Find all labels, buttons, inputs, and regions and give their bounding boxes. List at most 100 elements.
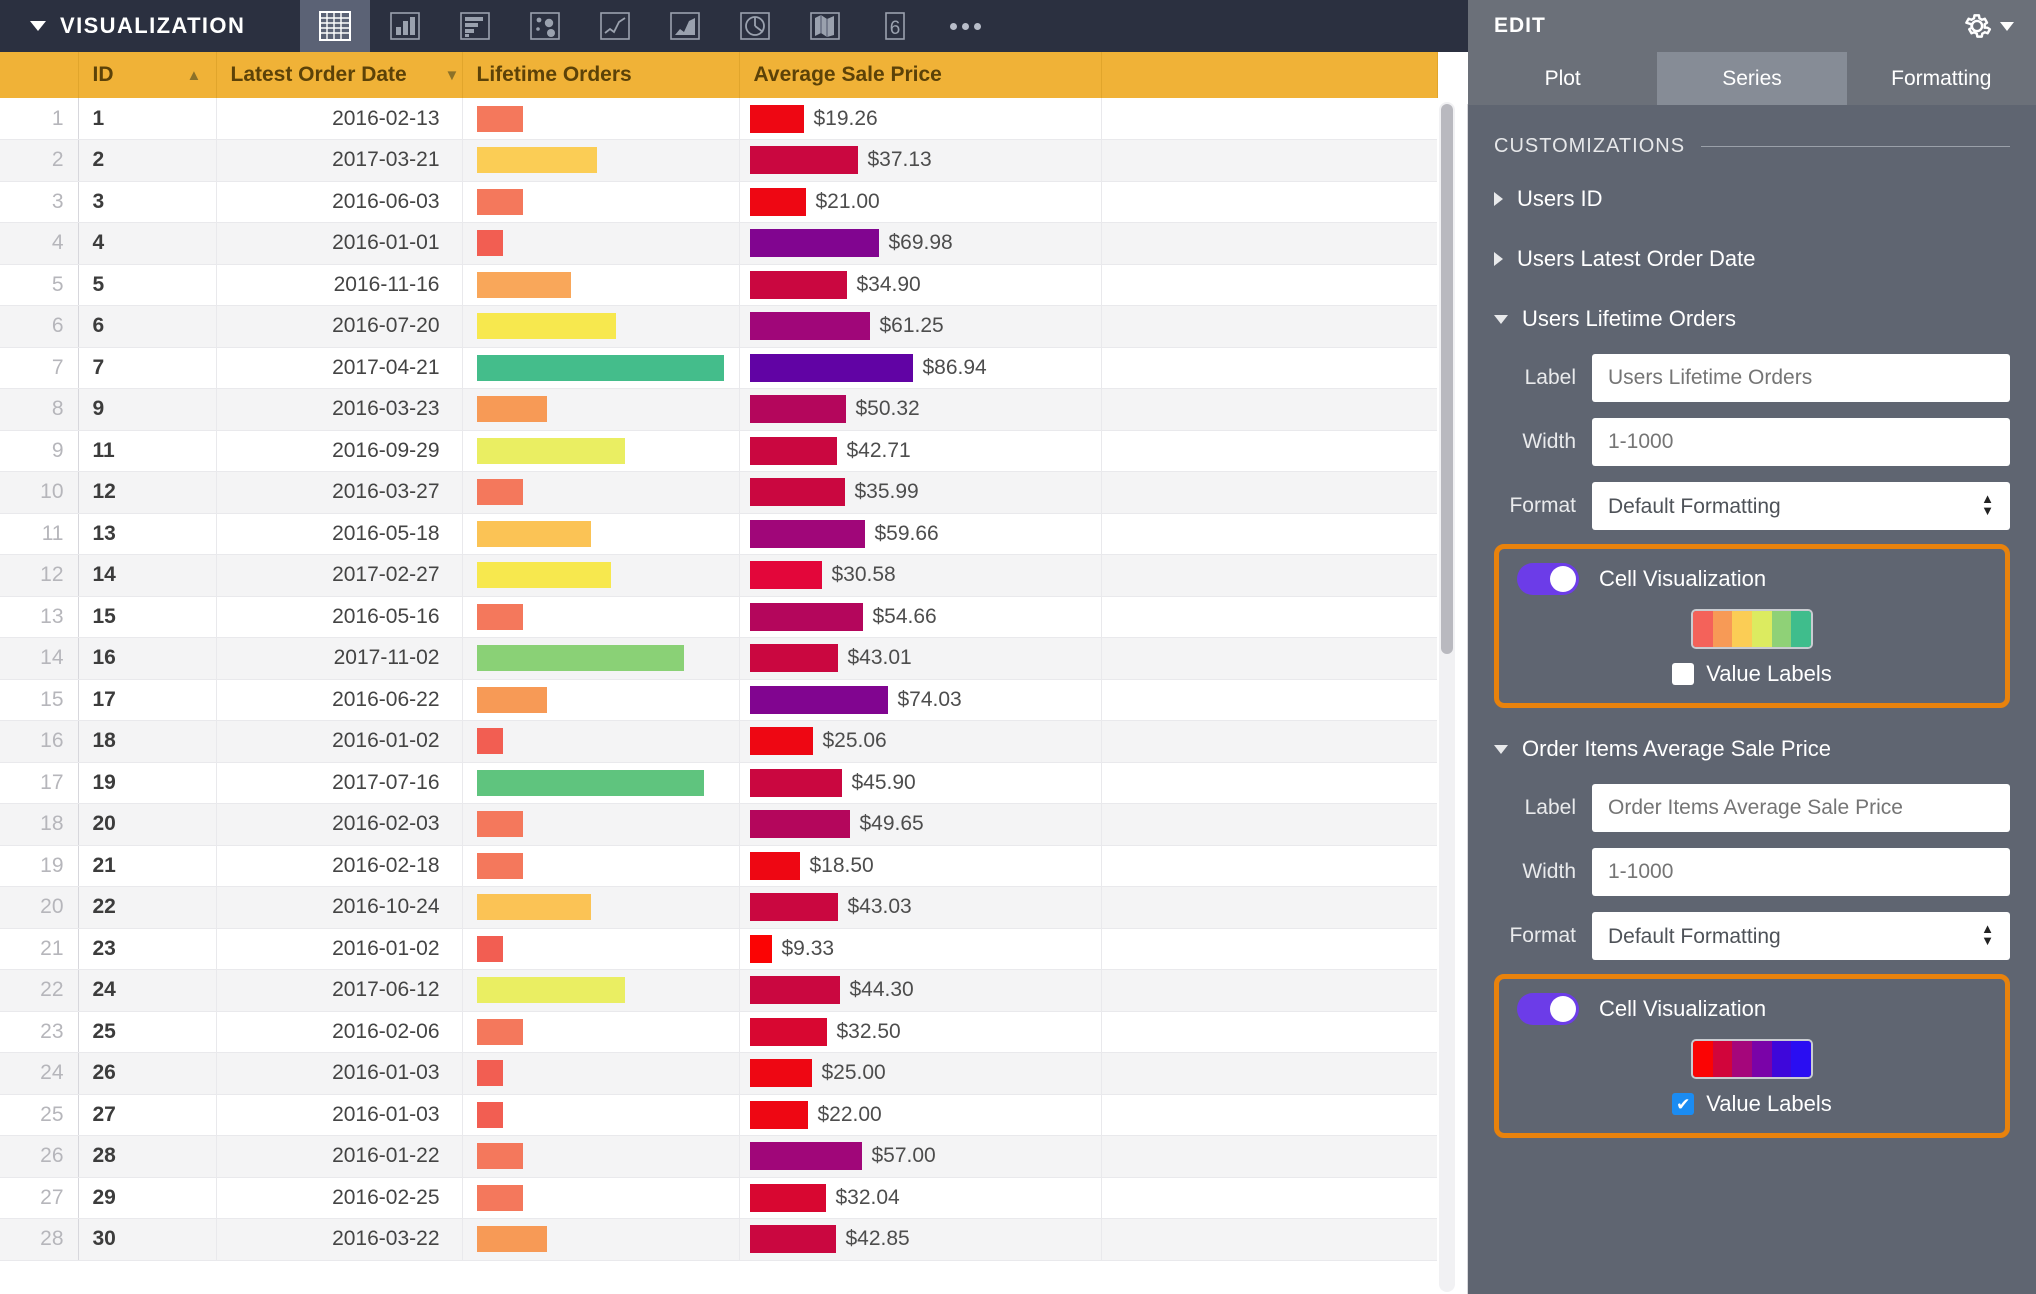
cell-visualization-toggle-price[interactable] bbox=[1517, 993, 1579, 1025]
table-row[interactable]: 22 24 2017-06-12 $44.30 bbox=[0, 969, 1437, 1012]
cell-id: 30 bbox=[78, 1218, 217, 1261]
lifetime-orders-bar bbox=[476, 1143, 523, 1170]
tab-formatting[interactable]: Formatting bbox=[1846, 52, 2036, 105]
average-sale-price-bar bbox=[749, 1059, 812, 1088]
cell-lifetime-orders bbox=[462, 139, 740, 182]
palette-color-stop bbox=[1791, 1041, 1811, 1077]
cell-filler bbox=[1101, 139, 1437, 182]
section-average-sale-price-toggle[interactable]: Order Items Average Sale Price bbox=[1494, 730, 2010, 768]
width-input[interactable] bbox=[1592, 418, 2010, 466]
column-header-average-sale-price[interactable]: Average Sale Price bbox=[739, 52, 1102, 98]
table-row[interactable]: 21 23 2016-01-02 $9.33 bbox=[0, 928, 1437, 970]
label-input-price[interactable] bbox=[1592, 784, 2010, 832]
column-header-lifetime-orders[interactable]: Lifetime Orders bbox=[462, 52, 740, 98]
bar-chart-icon[interactable] bbox=[370, 0, 440, 52]
horizontal-bar-chart-icon[interactable] bbox=[440, 0, 510, 52]
table-row[interactable]: 20 22 2016-10-24 $43.03 bbox=[0, 886, 1437, 929]
section-users-latest-order-date-toggle[interactable]: Users Latest Order Date bbox=[1494, 240, 2010, 278]
lifetime-orders-bar bbox=[476, 603, 523, 630]
customizations-label: CUSTOMIZATIONS bbox=[1494, 135, 1686, 157]
cell-average-sale-price: $25.06 bbox=[739, 720, 1102, 763]
table-icon[interactable] bbox=[300, 0, 370, 52]
single-value-icon[interactable]: 6 bbox=[860, 0, 930, 52]
average-sale-price-bar bbox=[749, 1017, 827, 1046]
table-row[interactable]: 11 13 2016-05-18 $59.66 bbox=[0, 513, 1437, 555]
table-row[interactable]: 26 28 2016-01-22 $57.00 bbox=[0, 1135, 1437, 1178]
table-row[interactable]: 7 7 2017-04-21 $86.94 bbox=[0, 347, 1437, 389]
table-row[interactable]: 2 2 2017-03-21 $37.13 bbox=[0, 139, 1437, 182]
label-field-label: Label bbox=[1524, 366, 1576, 389]
chevron-down-icon bbox=[1494, 744, 1508, 754]
cell-id: 13 bbox=[78, 513, 217, 555]
table-row[interactable]: 19 21 2016-02-18 $18.50 bbox=[0, 845, 1437, 887]
more-options-icon[interactable] bbox=[930, 0, 1000, 52]
cell-visualization-toggle-orders[interactable] bbox=[1517, 563, 1579, 595]
chart-type-icon-group: 6 bbox=[300, 0, 1000, 52]
tab-plot[interactable]: Plot bbox=[1468, 52, 1658, 105]
section-users-lifetime-orders-toggle[interactable]: Users Lifetime Orders bbox=[1494, 300, 2010, 338]
table-row[interactable]: 28 30 2016-03-22 $42.85 bbox=[0, 1218, 1437, 1261]
column-header-filler bbox=[1101, 52, 1438, 98]
table-row[interactable]: 27 29 2016-02-25 $32.04 bbox=[0, 1177, 1437, 1219]
area-chart-icon[interactable] bbox=[650, 0, 720, 52]
format-select[interactable]: Default Formatting bbox=[1592, 482, 2010, 530]
average-sale-price-bar bbox=[749, 312, 870, 341]
cell-filler bbox=[1101, 1094, 1437, 1136]
table-row[interactable]: 10 12 2016-03-27 $35.99 bbox=[0, 471, 1437, 514]
average-sale-price-value-label: $35.99 bbox=[854, 480, 919, 504]
average-sale-price-value-label: $49.65 bbox=[859, 812, 924, 836]
format-select-price[interactable]: Default Formatting bbox=[1592, 912, 2010, 960]
color-palette-swatch-orders[interactable] bbox=[1691, 609, 1813, 649]
pie-chart-icon[interactable] bbox=[720, 0, 790, 52]
scatter-plot-icon[interactable] bbox=[510, 0, 580, 52]
map-icon[interactable] bbox=[790, 0, 860, 52]
format-select-wrapper-price: Default Formatting ▲ ▼ bbox=[1592, 912, 2010, 960]
gear-icon bbox=[1965, 14, 1992, 38]
table-row[interactable]: 16 18 2016-01-02 $25.06 bbox=[0, 720, 1437, 763]
cell-filler bbox=[1101, 98, 1437, 140]
table-row[interactable]: 17 19 2017-07-16 $45.90 bbox=[0, 762, 1437, 804]
table-row[interactable]: 18 20 2016-02-03 $49.65 bbox=[0, 803, 1437, 846]
table-row[interactable]: 24 26 2016-01-03 $25.00 bbox=[0, 1052, 1437, 1095]
tab-series[interactable]: Series bbox=[1657, 52, 1847, 105]
table-row[interactable]: 12 14 2017-02-27 $30.58 bbox=[0, 554, 1437, 597]
table-row[interactable]: 6 6 2016-07-20 $61.25 bbox=[0, 305, 1437, 348]
table-row[interactable]: 14 16 2017-11-02 $43.01 bbox=[0, 637, 1437, 680]
visualization-header-toggle[interactable]: VISUALIZATION bbox=[0, 0, 300, 52]
table-row[interactable]: 4 4 2016-01-01 $69.98 bbox=[0, 222, 1437, 265]
palette-color-stop bbox=[1712, 611, 1733, 647]
cell-lifetime-orders bbox=[462, 1094, 740, 1136]
column-header-id[interactable]: ID bbox=[78, 52, 217, 98]
cell-id: 16 bbox=[78, 637, 217, 680]
cell-average-sale-price: $30.58 bbox=[739, 554, 1102, 597]
table-vertical-scrollbar[interactable] bbox=[1439, 102, 1455, 1292]
chevron-right-icon bbox=[1494, 252, 1503, 266]
cell-lifetime-orders bbox=[462, 845, 740, 887]
table-row[interactable]: 8 9 2016-03-23 $50.32 bbox=[0, 388, 1437, 431]
cell-average-sale-price: $59.66 bbox=[739, 513, 1102, 555]
color-palette-swatch-price[interactable] bbox=[1691, 1039, 1813, 1079]
table-row[interactable]: 5 5 2016-11-16 $34.90 bbox=[0, 264, 1437, 306]
price-bar-wrapper: $35.99 bbox=[749, 478, 1101, 507]
value-labels-checkbox-orders[interactable] bbox=[1672, 663, 1695, 685]
table-row[interactable]: 25 27 2016-01-03 $22.00 bbox=[0, 1094, 1437, 1136]
table-row[interactable]: 23 25 2016-02-06 $32.50 bbox=[0, 1011, 1437, 1053]
value-labels-checkbox-price[interactable] bbox=[1672, 1093, 1695, 1115]
line-chart-icon[interactable] bbox=[580, 0, 650, 52]
table-row[interactable]: 3 3 2016-06-03 $21.00 bbox=[0, 181, 1437, 223]
table-row[interactable]: 15 17 2016-06-22 $74.03 bbox=[0, 679, 1437, 721]
table-scrollbar-thumb[interactable] bbox=[1441, 104, 1453, 654]
cell-average-sale-price: $25.00 bbox=[739, 1052, 1102, 1095]
cell-lifetime-orders bbox=[462, 762, 740, 804]
cell-row-number: 10 bbox=[0, 471, 79, 514]
price-bar-wrapper: $44.30 bbox=[749, 976, 1101, 1005]
table-row[interactable]: 9 11 2016-09-29 $42.71 bbox=[0, 430, 1437, 472]
width-input-price[interactable] bbox=[1592, 848, 2010, 896]
label-input[interactable] bbox=[1592, 354, 2010, 402]
column-header-latest-order-date[interactable]: Latest Order Date bbox=[216, 52, 463, 98]
cell-lifetime-orders bbox=[462, 513, 740, 555]
section-users-id-toggle[interactable]: Users ID bbox=[1494, 180, 2010, 218]
table-row[interactable]: 13 15 2016-05-16 $54.66 bbox=[0, 596, 1437, 638]
settings-menu-button[interactable] bbox=[1960, 9, 2014, 43]
table-row[interactable]: 1 1 2016-02-13 $19.26 bbox=[0, 98, 1437, 140]
